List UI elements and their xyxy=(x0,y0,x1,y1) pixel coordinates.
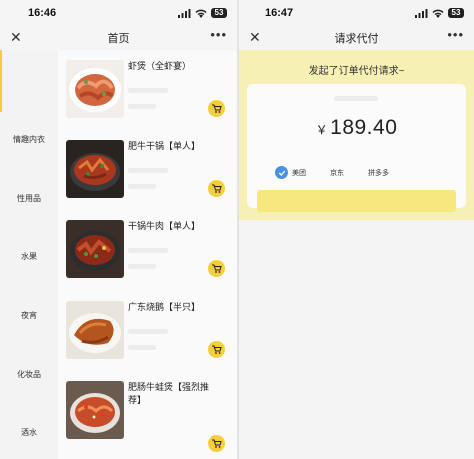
dish-list: 虾煲（全虾宴） 肥牛干锅【单人】 干锅牛肉【单人】 广东烧鹅【半只】 肥肠牛蛙煲… xyxy=(58,50,237,459)
amount-value: 189.40 xyxy=(330,116,398,139)
active-category-indicator xyxy=(0,50,2,112)
signal-icon xyxy=(178,8,191,18)
cart-icon xyxy=(212,184,222,193)
dish-name: 虾煲（全虾宴） xyxy=(128,61,192,71)
dish-image xyxy=(66,301,124,359)
sidebar-item-fruit[interactable]: 水果 xyxy=(0,251,58,262)
dish-name: 广东烧鹅【半只】 xyxy=(128,302,201,312)
close-icon[interactable]: ✕ xyxy=(249,29,261,46)
status-bar: 16:46 53 xyxy=(0,0,237,26)
sidebar-item-latenight[interactable]: 夜宵 xyxy=(0,310,58,321)
dish-name: 肥肠牛蛙煲【强烈推荐】 xyxy=(128,382,210,405)
dish-image xyxy=(66,220,124,278)
pay-button[interactable] xyxy=(257,190,456,212)
signal-icon xyxy=(415,8,428,18)
dish-price-placeholder xyxy=(128,345,156,350)
sidebar-item-cosmetics[interactable]: 化妆品 xyxy=(0,369,58,380)
dish-desc-placeholder xyxy=(128,88,168,93)
battery-icon: 53 xyxy=(211,8,227,18)
add-to-cart-button[interactable] xyxy=(208,341,225,358)
dish-price-placeholder xyxy=(128,264,156,269)
sidebar-item-lingerie[interactable]: 情趣内衣 xyxy=(0,134,58,145)
close-icon[interactable]: ✕ xyxy=(10,29,22,46)
cart-icon xyxy=(212,345,222,354)
screenshot-composite: 16:46 53 ✕ 首页 ••• 情趣内衣 性用品 水果 夜宵 化妆品 酒水 xyxy=(0,0,474,459)
platform-option-pinduoduo[interactable]: 拼多多 xyxy=(368,168,389,178)
category-sidebar: 情趣内衣 性用品 水果 夜宵 化妆品 酒水 xyxy=(0,50,58,459)
request-message: 发起了订单代付请求~ xyxy=(308,66,405,77)
dish-image xyxy=(66,381,124,439)
list-item[interactable]: 肥牛干锅【单人】 xyxy=(66,140,231,210)
right-phone-screen: 16:47 53 ✕ 请求代付 ••• 发起了订单代付请求~ ￥189.40 美… xyxy=(239,0,474,459)
payment-amount: ￥189.40 xyxy=(239,116,474,140)
left-phone-screen: 16:46 53 ✕ 首页 ••• 情趣内衣 性用品 水果 夜宵 化妆品 酒水 xyxy=(0,0,237,459)
nav-bar: ✕ 请求代付 ••• xyxy=(239,26,474,50)
amount-caption-placeholder xyxy=(334,96,378,101)
platform-label: 美团 xyxy=(292,169,306,177)
status-bar: 16:47 53 xyxy=(239,0,474,26)
nav-bar: ✕ 首页 ••• xyxy=(0,26,237,50)
wifi-icon xyxy=(432,9,444,18)
status-icons: 53 xyxy=(178,8,227,18)
list-item[interactable]: 虾煲（全虾宴） xyxy=(66,60,231,130)
list-item[interactable]: 广东烧鹅【半只】 xyxy=(66,301,231,371)
list-item[interactable]: 干锅牛肉【单人】 xyxy=(66,220,231,290)
platform-option-meituan[interactable]: 美团 xyxy=(275,166,306,179)
page-title: 请求代付 xyxy=(334,33,379,45)
more-icon[interactable]: ••• xyxy=(447,27,464,42)
platform-selector: 美团 京东 拼多多 xyxy=(275,166,389,179)
add-to-cart-button[interactable] xyxy=(208,260,225,277)
dish-image xyxy=(66,140,124,198)
cart-icon xyxy=(212,264,222,273)
sidebar-item-adult[interactable]: 性用品 xyxy=(0,193,58,204)
dish-price-placeholder xyxy=(128,104,156,109)
page-title: 首页 xyxy=(107,33,130,45)
status-icons: 53 xyxy=(415,8,464,18)
wifi-icon xyxy=(195,9,207,18)
cart-icon xyxy=(212,104,222,113)
battery-icon: 53 xyxy=(448,8,464,18)
sidebar-item-drinks[interactable]: 酒水 xyxy=(0,427,58,438)
dish-desc-placeholder xyxy=(128,329,168,334)
dish-price-placeholder xyxy=(128,184,156,189)
check-icon xyxy=(275,166,288,179)
add-to-cart-button[interactable] xyxy=(208,100,225,117)
platform-label: 京东 xyxy=(330,169,344,177)
platform-label: 拼多多 xyxy=(368,169,389,177)
dish-name: 干锅牛肉【单人】 xyxy=(128,221,201,231)
dish-desc-placeholder xyxy=(128,168,168,173)
status-time: 16:46 xyxy=(28,7,57,19)
dish-image xyxy=(66,60,124,118)
more-icon[interactable]: ••• xyxy=(210,27,227,42)
cart-icon xyxy=(212,439,222,448)
list-item[interactable]: 肥肠牛蛙煲【强烈推荐】 xyxy=(66,381,231,452)
dish-desc-placeholder xyxy=(128,248,168,253)
add-to-cart-button[interactable] xyxy=(208,435,225,452)
currency-symbol: ￥ xyxy=(315,123,329,137)
status-time: 16:47 xyxy=(265,7,294,19)
platform-option-jd[interactable]: 京东 xyxy=(330,168,344,178)
add-to-cart-button[interactable] xyxy=(208,180,225,197)
dish-name: 肥牛干锅【单人】 xyxy=(128,141,201,151)
